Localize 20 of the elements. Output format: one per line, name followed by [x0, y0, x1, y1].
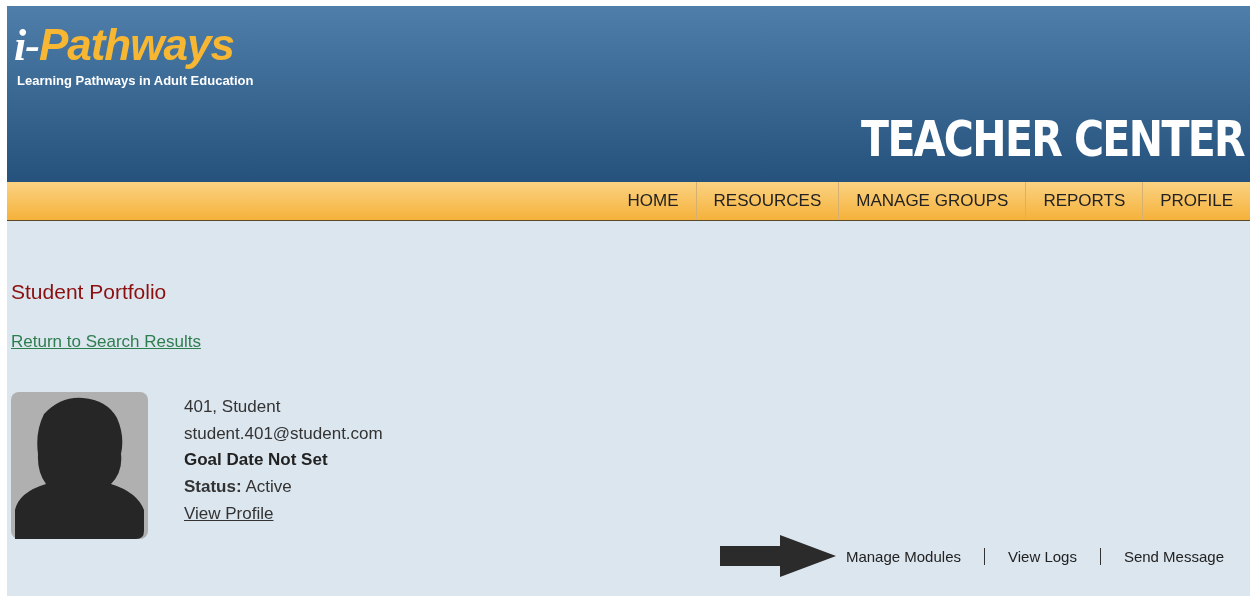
student-name: 401, Student — [184, 396, 282, 418]
student-email: student.401@student.com — [184, 422, 383, 445]
nav-item[interactable]: RESOURCES — [695, 182, 839, 220]
nav-item[interactable]: PROFILE — [1142, 182, 1250, 220]
action-link[interactable]: Send Message — [1123, 547, 1224, 565]
student-status: Status: Active — [184, 476, 293, 499]
nav-item[interactable]: HOME — [610, 182, 696, 220]
logo[interactable]: i-Pathways — [14, 20, 254, 71]
goal-date: Goal Date Not Set — [184, 449, 329, 472]
tagline: Learning Pathways in Adult Education — [17, 73, 254, 88]
banner-title: TEACHER CENTER — [861, 110, 1244, 168]
nav-item[interactable]: MANAGE GROUPS — [838, 182, 1026, 220]
action-link[interactable]: Manage Modules — [845, 547, 961, 565]
back-link[interactable]: Return to Search Results — [11, 332, 201, 352]
page-title: Student Portfolio — [11, 279, 168, 304]
action-link[interactable]: View Logs — [1008, 547, 1077, 565]
view-profile-link[interactable]: View Profile — [184, 500, 383, 528]
nav-item[interactable]: REPORTS — [1025, 182, 1143, 220]
avatar-silhouette-icon — [11, 392, 148, 539]
arrow-icon — [719, 535, 836, 577]
